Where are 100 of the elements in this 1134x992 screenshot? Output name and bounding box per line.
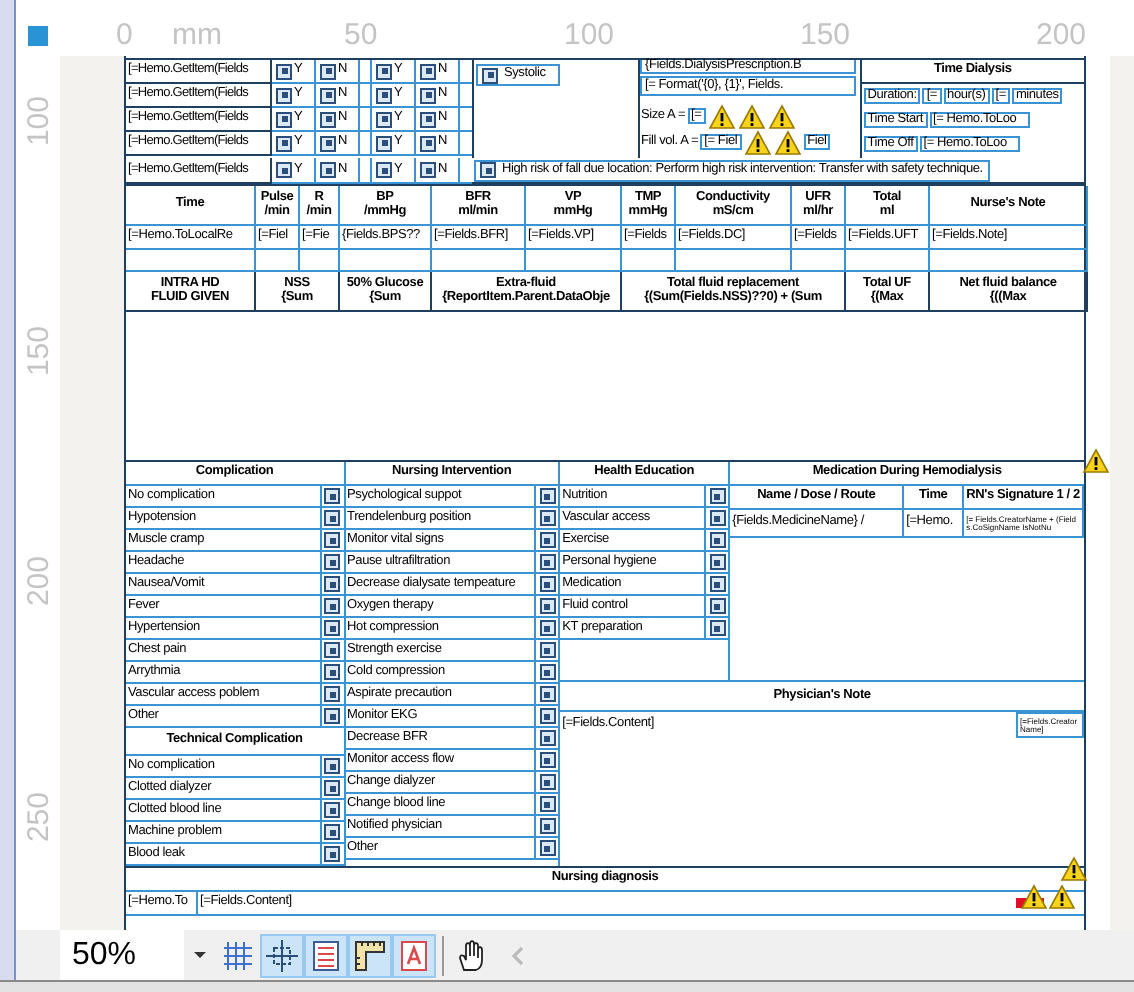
checkbox[interactable] <box>376 63 392 79</box>
checkbox[interactable] <box>324 510 341 526</box>
checkbox[interactable] <box>539 686 556 702</box>
checkbox[interactable] <box>539 510 556 526</box>
checkbox[interactable] <box>539 642 556 658</box>
checkbox[interactable] <box>480 162 496 178</box>
font-icon-button[interactable] <box>392 933 436 977</box>
checkbox[interactable] <box>539 818 556 834</box>
checkbox[interactable] <box>376 111 392 127</box>
checkbox[interactable] <box>709 510 726 526</box>
ruler-label: 50 <box>344 20 378 50</box>
checkbox[interactable] <box>324 802 341 818</box>
checkbox[interactable] <box>709 532 726 548</box>
ruler-icon-button[interactable] <box>348 933 392 977</box>
checkbox[interactable] <box>539 488 556 504</box>
checkbox[interactable] <box>276 63 292 79</box>
checkbox[interactable] <box>320 162 336 178</box>
warning-icon <box>743 129 772 155</box>
checkbox[interactable] <box>324 664 341 680</box>
checkbox[interactable] <box>539 620 556 636</box>
warning-icon <box>1082 448 1110 474</box>
ruler-label: 100 <box>24 96 54 147</box>
ruler-label: 200 <box>24 556 54 607</box>
checkbox[interactable] <box>320 87 336 103</box>
ruler-icon <box>352 937 388 973</box>
checkbox[interactable] <box>324 846 341 862</box>
ruler-label: 100 <box>564 20 615 50</box>
lined-page-icon <box>308 937 344 973</box>
table-cell <box>846 250 930 272</box>
checkbox[interactable] <box>420 63 436 79</box>
ruler-label: 0 <box>116 20 133 50</box>
table-cell <box>526 250 622 272</box>
checkbox[interactable] <box>539 532 556 548</box>
crosshair-frame-icon <box>264 937 300 973</box>
warning-icon <box>737 103 766 129</box>
zoom-field[interactable]: 50% <box>60 930 184 980</box>
checkbox[interactable] <box>324 554 341 570</box>
checkbox[interactable] <box>324 576 341 592</box>
crosshair-frame-icon-button[interactable] <box>260 933 304 977</box>
table-cell <box>432 250 526 272</box>
warning-icon <box>773 129 802 155</box>
table-cell <box>300 250 340 272</box>
ruler-label: mm <box>172 20 222 50</box>
checkbox[interactable] <box>539 774 556 790</box>
checkbox[interactable] <box>276 111 292 127</box>
checkbox[interactable] <box>324 780 341 796</box>
ruler-label: 200 <box>1036 20 1087 50</box>
checkbox[interactable] <box>709 576 726 592</box>
checkbox[interactable] <box>324 824 341 840</box>
font-icon <box>396 937 432 973</box>
checkbox[interactable] <box>324 488 341 504</box>
checkbox[interactable] <box>709 488 726 504</box>
table-cell <box>340 250 432 272</box>
checkbox[interactable] <box>376 162 392 178</box>
checkbox[interactable] <box>709 620 726 636</box>
ruler-label: 150 <box>24 326 54 377</box>
checkbox[interactable] <box>539 796 556 812</box>
checkbox[interactable] <box>320 63 336 79</box>
checkbox[interactable] <box>376 135 392 151</box>
checkbox[interactable] <box>376 87 392 103</box>
checkbox[interactable] <box>324 758 341 774</box>
checkbox[interactable] <box>539 708 556 724</box>
lined-page-icon-button[interactable] <box>304 933 348 977</box>
checkbox[interactable] <box>420 87 436 103</box>
table-cell <box>256 250 300 272</box>
checkbox[interactable] <box>324 532 341 548</box>
checkbox[interactable] <box>539 730 556 746</box>
ruler-label: 250 <box>24 792 54 843</box>
checkbox[interactable] <box>539 554 556 570</box>
checkbox[interactable] <box>324 708 341 724</box>
checkbox[interactable] <box>539 664 556 680</box>
checkbox[interactable] <box>324 620 341 636</box>
checkbox[interactable] <box>276 87 292 103</box>
checkbox[interactable] <box>276 162 292 178</box>
checkbox[interactable] <box>324 598 341 614</box>
checkbox[interactable] <box>482 67 498 83</box>
checkbox[interactable] <box>320 111 336 127</box>
checkbox[interactable] <box>539 752 556 768</box>
table-cell <box>622 250 676 272</box>
checkbox[interactable] <box>539 840 556 856</box>
checkbox[interactable] <box>324 642 341 658</box>
warning-icon <box>1048 884 1076 910</box>
checkbox[interactable] <box>420 135 436 151</box>
table-cell <box>676 250 792 272</box>
ruler-label: 150 <box>800 20 851 50</box>
grid-icon <box>220 937 256 973</box>
caret-icon[interactable] <box>194 952 206 958</box>
warning-icon <box>1060 856 1088 882</box>
checkbox[interactable] <box>320 135 336 151</box>
table-cell <box>792 250 846 272</box>
checkbox[interactable] <box>539 598 556 614</box>
checkbox[interactable] <box>420 111 436 127</box>
checkbox[interactable] <box>276 135 292 151</box>
warning-icon <box>1020 884 1048 910</box>
checkbox[interactable] <box>420 162 436 178</box>
checkbox[interactable] <box>324 686 341 702</box>
warning-icon <box>767 103 796 129</box>
checkbox[interactable] <box>709 598 726 614</box>
checkbox[interactable] <box>539 576 556 592</box>
checkbox[interactable] <box>709 554 726 570</box>
